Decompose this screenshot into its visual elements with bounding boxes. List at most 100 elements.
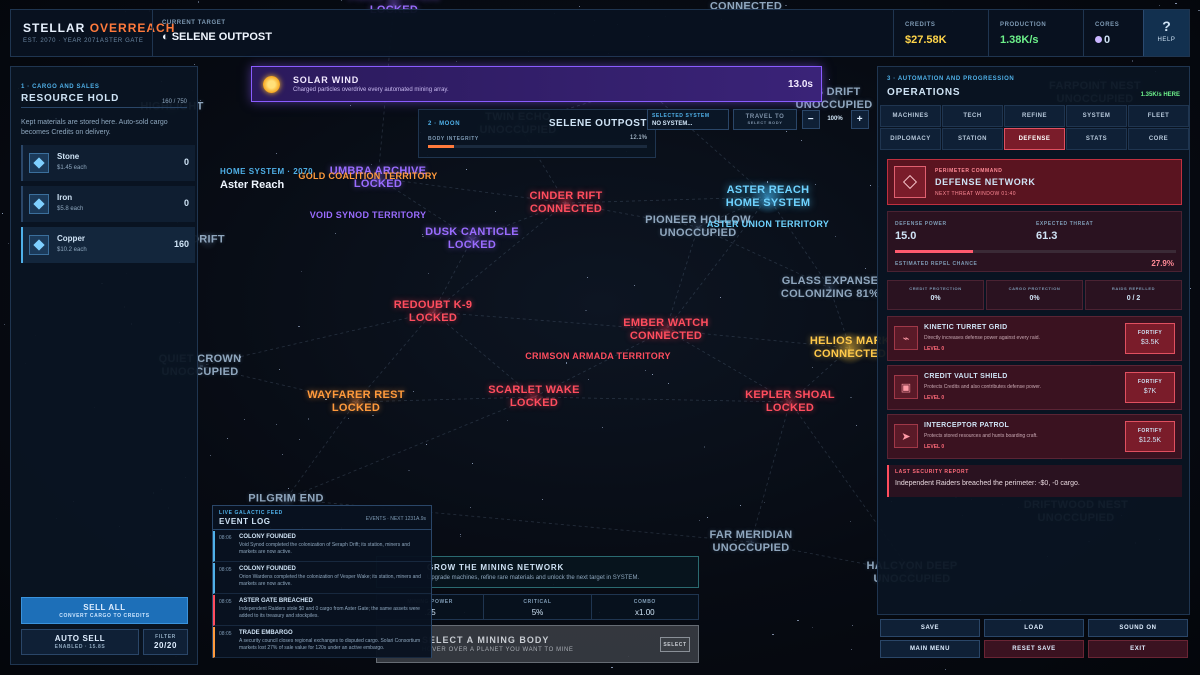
stat-value-text: $27.58K [905,34,947,46]
map-system[interactable]: EMBER WATCH CONNECTED [623,317,709,343]
zoom-in-button[interactable]: + [851,110,869,129]
tab-stats[interactable]: STATS [1066,128,1127,150]
stat-label: PRODUCTION [1000,22,1047,28]
divider [21,107,187,108]
sell-all-button[interactable]: SELL ALL CONVERT CARGO TO CREDITS [21,597,188,624]
fortify-button[interactable]: FORTIFY $3.5K [1125,323,1175,354]
exit-button[interactable]: EXIT [1088,640,1188,658]
tab-defense[interactable]: DEFENSE [1004,128,1065,150]
map-system[interactable]: CINDER RIFT CONNECTED [530,190,603,216]
repel-label: ESTIMATED REPEL CHANCE [895,261,978,267]
system-select[interactable]: SELECTED SYSTEM NO SYSTEM... [647,109,729,130]
star [870,184,872,186]
divider [213,529,431,530]
log-time: 08:05 [219,631,232,637]
protection-value: 0% [930,295,941,302]
stat-value-text: 1.38K/s [1000,34,1039,46]
system-status: LOCKED [509,397,559,409]
event-desc: Charged particles overdrive every automa… [293,87,449,93]
log-entry-text: Orion Wardens completed the colonization… [239,574,421,587]
select-body-title: SELECT A MINING BODY [422,635,550,645]
capacity: 160 / 750 [161,99,187,105]
integrity-value: 12.1% [629,135,647,141]
ore-icon [29,153,49,173]
resource-item-stone[interactable]: Stone $1.45 each 0 [21,145,195,181]
star [193,63,195,65]
moon-icon: ◐ [162,31,169,43]
ore-icon [29,235,49,255]
star [855,424,857,426]
command-title: DEFENSE NETWORK [935,177,1036,187]
tab-core[interactable]: CORE [1128,128,1189,150]
star [644,370,646,372]
star [586,276,588,278]
security-report: LAST SECURITY REPORT Independent Raiders… [887,465,1182,497]
power-value: 15.0 [895,230,917,242]
log-time: 08:06 [219,535,232,541]
filter-button[interactable]: FILTER 20/20 [143,629,188,655]
upgrade-desc: Directly increases defense power against… [924,335,1040,341]
stat-value-text: 0 [1104,34,1111,46]
fortify-button[interactable]: FORTIFY $7K [1125,372,1175,403]
tab-station[interactable]: STATION [942,128,1003,150]
map-system[interactable]: SCARLET WAKE LOCKED [488,384,580,410]
load-button[interactable]: LOAD [984,619,1084,637]
header-stat-production: PRODUCTION 1.38K/s [988,10,1083,56]
shield-icon [894,166,926,198]
fortify-button[interactable]: FORTIFY $12.5K [1125,421,1175,452]
system-status: LOCKED [408,312,458,324]
resource-count: 160 [173,239,189,249]
resource-price: $5.8 each [57,206,84,212]
select-button[interactable]: SELECT [660,637,690,652]
protection-value: 0 / 2 [1126,295,1141,302]
star [460,535,462,537]
tab-machines[interactable]: MACHINES [880,105,941,127]
section-label: 1 · CARGO AND SALES [21,84,100,90]
repel-value: 27.9% [1151,259,1174,268]
star [297,325,300,327]
resource-item-copper[interactable]: Copper $10.2 each 160 [21,227,195,263]
sun-icon [263,76,280,93]
body-name: SELENE OUTPOST [548,118,647,129]
map-system[interactable]: FAR MERIDIAN UNOCCUPIED [709,529,792,555]
objective-text: Upgrade machines, refine rare materials … [427,575,640,581]
travel-button[interactable]: TRAVEL TO SELECT BODY [733,109,797,130]
tab-diplomacy[interactable]: DIPLOMACY [880,128,941,150]
map-system[interactable]: KEPLER SHOAL LOCKED [745,389,835,415]
map-system[interactable]: GLASS EXPANSE COLONIZING 81% [781,275,879,301]
log-entry-text: Independent Raiders stole $0 and 0 cargo… [239,606,420,619]
current-target[interactable]: CURRENT TARGET ◐ SELENE OUTPOST [162,20,272,43]
event-banner: SOLAR WIND Charged particles overdrive e… [251,66,822,102]
map-system[interactable]: PILGRIM END [248,493,323,506]
map-system[interactable]: WAYFARER REST LOCKED [307,389,405,415]
upgrade-level: LEVEL 0 [924,395,945,401]
sound-on-button[interactable]: SOUND ON [1088,619,1188,637]
main-menu-button[interactable]: MAIN MENU [880,640,980,658]
reset-save-button[interactable]: RESET SAVE [984,640,1084,658]
save-button[interactable]: SAVE [880,619,980,637]
map-system[interactable]: DUSK CANTICLE LOCKED [425,226,519,252]
protection-value: 0% [1029,295,1040,302]
map-system[interactable]: ASTER REACH HOME SYSTEM [726,184,811,210]
log-time: 08:05 [219,599,232,605]
mining-stat-label: COMBO [633,599,656,605]
fortify-label: FORTIFY [1137,428,1163,434]
tab-fleet[interactable]: FLEET [1128,105,1189,127]
map-system[interactable]: REDOUBT K-9 LOCKED [394,299,472,325]
tab-refine[interactable]: REFINE [1004,105,1065,127]
star [469,506,471,508]
star [340,0,342,2]
resource-description: Kept materials are stored here. Auto-sol… [21,119,168,136]
log-feed-label: LIVE GALACTIC FEED [219,510,283,516]
tab-system[interactable]: SYSTEM [1066,105,1127,127]
home-label: HOME SYSTEM · 2070 [220,167,314,176]
log-entry-title: TRADE EMBARGO [239,630,293,636]
auto-sell-button[interactable]: AUTO SELL ENABLED · 15.8s [21,629,139,655]
star [495,210,497,212]
resource-item-iron[interactable]: Iron $5.8 each 0 [21,186,195,222]
tab-tech[interactable]: TECH [942,105,1003,127]
territory-label: CRIMSON ARMADA TERRITORY [525,351,671,361]
help-button[interactable]: ? HELP [1143,10,1189,56]
system-status: HOME SYSTEM [725,197,811,209]
zoom-out-button[interactable]: − [802,110,820,129]
